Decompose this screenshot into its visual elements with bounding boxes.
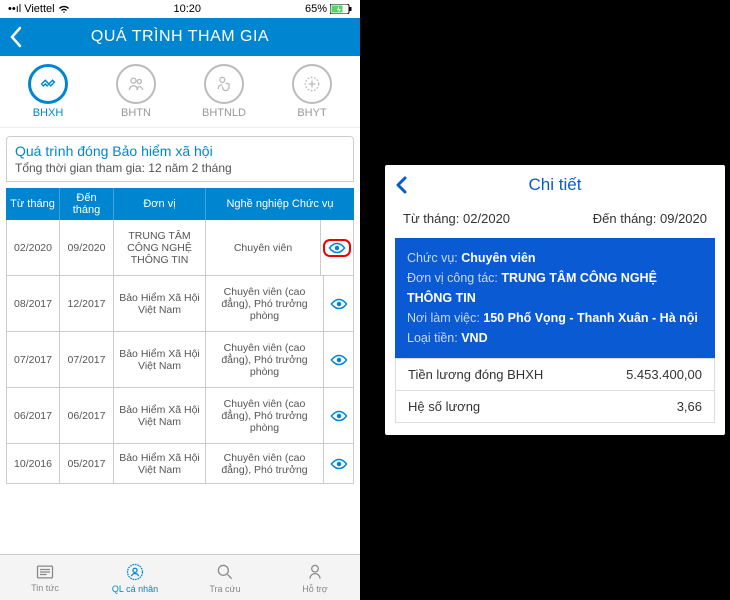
tab-label: BHXH [4, 107, 92, 119]
btab-support[interactable]: Hỗ trợ [270, 555, 360, 600]
tab-label: BHTN [92, 107, 180, 119]
detail-row: Hệ số lương 3,66 [396, 390, 714, 422]
table-row: 08/2017 12/2017 Bảo Hiểm Xã Hội Việt Nam… [6, 276, 354, 332]
battery-text: 65% [305, 3, 327, 15]
detail-card: Chi tiết Từ tháng: 02/2020 Đến tháng: 09… [385, 165, 725, 435]
gear-person-icon [125, 562, 145, 582]
tab-bhtn[interactable]: BHTN [92, 64, 180, 119]
left-screen: ••ıl Viettel 10:20 65% QUÁ TRÌNH THAM GI… [0, 0, 360, 600]
search-icon [215, 562, 235, 582]
summary-subtitle: Tổng thời gian tham gia: 12 năm 2 tháng [15, 161, 345, 175]
people-icon [126, 74, 146, 94]
table-row: 06/2017 06/2017 Bảo Hiểm Xã Hội Việt Nam… [6, 388, 354, 444]
tab-bhyt[interactable]: BHYT [268, 64, 356, 119]
detail-value-rows: Tiền lương đóng BHXH 5.453.400,00 Hệ số … [395, 358, 715, 423]
table-row: 02/2020 09/2020 TRUNG TÂM CÔNG NGHỆ THÔN… [6, 220, 354, 276]
btab-personal[interactable]: QL cá nhân [90, 555, 180, 600]
th-job: Nghề nghiệp Chức vụ [206, 188, 354, 220]
table-header: Từ tháng Đến tháng Đơn vị Nghề nghiệp Ch… [6, 188, 354, 220]
btab-lookup[interactable]: Tra cứu [180, 555, 270, 600]
signal-icon: ••ıl [8, 3, 21, 15]
tab-label: BHTNLD [180, 107, 268, 119]
view-detail-button[interactable] [323, 239, 351, 257]
view-detail-button[interactable] [330, 354, 348, 366]
news-icon [35, 563, 55, 581]
view-detail-button[interactable] [330, 410, 348, 422]
table-body: 02/2020 09/2020 TRUNG TÂM CÔNG NGHỆ THÔN… [6, 220, 354, 484]
bottom-nav: Tin tức QL cá nhân Tra cứu Hỗ trợ [0, 554, 360, 600]
plus-circle-icon [302, 74, 322, 94]
th-unit: Đơn vị [114, 188, 206, 220]
summary-title: Quá trình đóng Bảo hiểm xã hội [15, 143, 345, 159]
table-row: 07/2017 07/2017 Bảo Hiểm Xã Hội Việt Nam… [6, 332, 354, 388]
back-button[interactable] [395, 176, 407, 194]
status-bar: ••ıl Viettel 10:20 65% [0, 0, 360, 18]
tab-label: BHYT [268, 107, 356, 119]
detail-row: Tiền lương đóng BHXH 5.453.400,00 [396, 358, 714, 390]
th-to: Đến tháng [60, 188, 114, 220]
wifi-icon [58, 4, 70, 14]
summary-box: Quá trình đóng Bảo hiểm xã hội Tổng thời… [6, 136, 354, 182]
nav-bar: QUÁ TRÌNH THAM GIA [0, 18, 360, 56]
view-detail-button[interactable] [330, 458, 348, 470]
detail-info-box: Chức vụ: Chuyên viên Đơn vị công tác: TR… [395, 238, 715, 358]
th-from: Từ tháng [6, 188, 60, 220]
view-detail-button[interactable] [330, 298, 348, 310]
battery-icon [330, 4, 352, 14]
detail-header: Chi tiết [385, 165, 725, 205]
detail-dates: Từ tháng: 02/2020 Đến tháng: 09/2020 [385, 205, 725, 238]
right-screen: Chi tiết Từ tháng: 02/2020 Đến tháng: 09… [380, 0, 730, 600]
page-title: QUÁ TRÌNH THAM GIA [91, 28, 269, 46]
tab-bhtnld[interactable]: BHTNLD [180, 64, 268, 119]
handshake-icon [37, 73, 59, 95]
btab-news[interactable]: Tin tức [0, 555, 90, 600]
clock-text: 10:20 [174, 3, 202, 15]
table-row: 10/2016 05/2017 Bảo Hiểm Xã Hội Việt Nam… [6, 444, 354, 484]
tab-bhxh[interactable]: BHXH [4, 64, 92, 119]
tab-row: BHXH BHTN BHTNLD BHYT [0, 56, 360, 128]
shield-person-icon [214, 74, 234, 94]
back-button[interactable] [8, 26, 24, 48]
divider [360, 0, 380, 600]
detail-title: Chi tiết [529, 175, 582, 195]
support-icon [305, 562, 325, 582]
carrier-text: Viettel [24, 3, 54, 15]
